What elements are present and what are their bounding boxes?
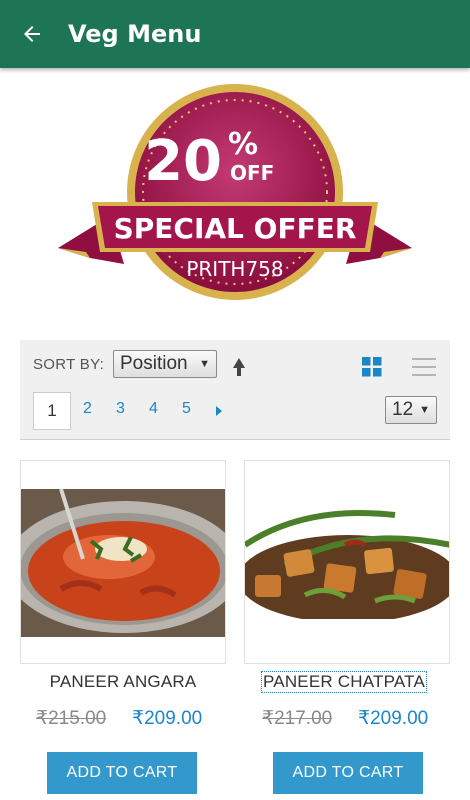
old-price: ₹217.00 [262, 708, 333, 729]
price: ₹209.00 [358, 708, 429, 729]
sort-select[interactable]: Position ▼ [113, 350, 217, 378]
product-card[interactable] [20, 460, 226, 664]
product-image-paneer-angara[interactable] [21, 489, 226, 637]
product-card[interactable] [244, 460, 450, 664]
sort-toolbar: SORT BY: Position ▼ 1 2 3 4 5 12 ▼ [20, 340, 450, 440]
caret-down-icon: ▼ [419, 404, 430, 416]
promo-code-text: PRITH758 [186, 257, 283, 281]
limit-select-value: 12 [392, 399, 414, 420]
sort-label: SORT BY: [33, 356, 105, 373]
add-to-cart-button[interactable]: ADD TO CART [273, 752, 423, 794]
page-title: Veg Menu [68, 20, 202, 48]
sort-select-value: Position [120, 353, 188, 374]
old-price: ₹215.00 [36, 708, 107, 729]
price: ₹209.00 [132, 708, 203, 729]
list-icon[interactable] [412, 358, 436, 376]
off-text: OFF [230, 161, 274, 185]
product-name[interactable]: PANEER ANGARA [20, 672, 226, 692]
special-offer-text: SPECIAL OFFER [114, 212, 357, 245]
limit-select[interactable]: 12 ▼ [385, 396, 437, 424]
product-name[interactable]: PANEER CHATPATA [260, 671, 428, 693]
percent-sign-text: % [228, 127, 258, 162]
special-offer-banner: 20 % OFF SPECIAL OFFER PRITH758 [58, 84, 412, 300]
arrow-left-icon [24, 26, 40, 42]
app-bar: Veg Menu [0, 0, 470, 68]
caret-down-icon: ▼ [199, 358, 210, 370]
add-to-cart-button[interactable]: ADD TO CART [47, 752, 197, 794]
page-current: 1 [33, 392, 71, 430]
page-link-3[interactable]: 3 [116, 400, 125, 418]
back-button[interactable] [0, 0, 64, 68]
caret-right-icon[interactable] [215, 406, 223, 416]
page-link-5[interactable]: 5 [182, 400, 191, 418]
page-link-4[interactable]: 4 [149, 400, 158, 418]
arrow-up-icon[interactable] [231, 356, 247, 378]
grid-icon[interactable] [362, 357, 382, 377]
product-image-paneer-chatpata[interactable] [245, 505, 450, 619]
page-link-2[interactable]: 2 [83, 400, 92, 418]
percent-text: 20 [144, 129, 222, 194]
